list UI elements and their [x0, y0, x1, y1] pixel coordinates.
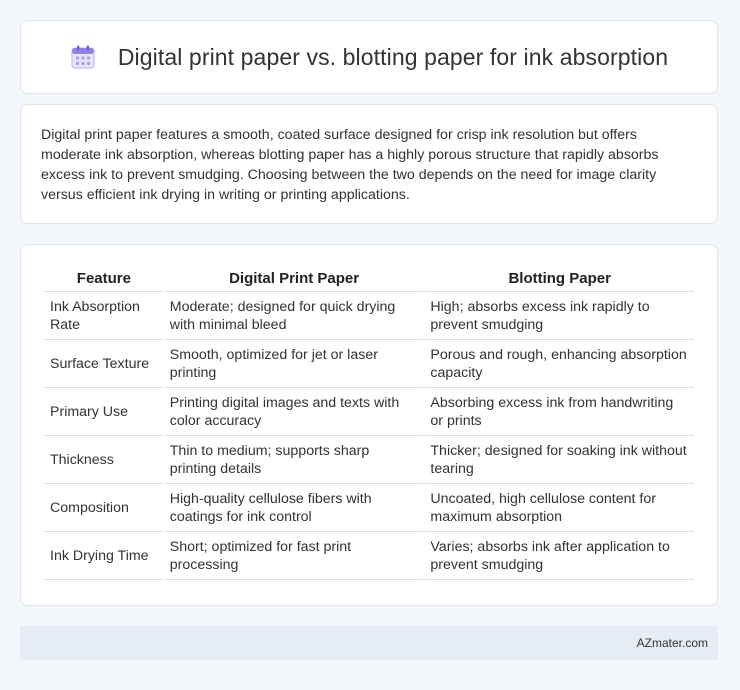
table-header-row: Feature Digital Print Paper Blotting Pap… — [45, 263, 694, 292]
intro-paragraph: Digital print paper features a smooth, c… — [41, 127, 659, 203]
digital-print-cell: Printing digital images and texts with c… — [164, 388, 424, 436]
digital-print-cell: Short; optimized for fast print processi… — [164, 532, 424, 580]
blotting-paper-cell: Absorbing excess ink from handwriting or… — [425, 388, 694, 436]
feature-cell: Primary Use — [45, 388, 163, 436]
table-row: Primary Use Printing digital images and … — [45, 388, 694, 436]
intro-card: Digital print paper features a smooth, c… — [20, 104, 718, 224]
comparison-table: Feature Digital Print Paper Blotting Pap… — [43, 263, 696, 580]
column-header-blotting-paper: Blotting Paper — [425, 263, 694, 292]
digital-print-cell: Thin to medium; supports sharp printing … — [164, 436, 424, 484]
digital-print-cell: High-quality cellulose fibers with coati… — [164, 484, 424, 532]
blotting-paper-cell: High; absorbs excess ink rapidly to prev… — [425, 292, 694, 340]
blotting-paper-cell: Porous and rough, enhancing absorption c… — [425, 340, 694, 388]
table-row: Ink Drying Time Short; optimized for fas… — [45, 532, 694, 580]
title-card: Digital print paper vs. blotting paper f… — [20, 20, 718, 94]
page-title: Digital print paper vs. blotting paper f… — [117, 43, 669, 70]
feature-cell: Thickness — [45, 436, 163, 484]
table-row: Ink Absorption Rate Moderate; designed f… — [45, 292, 694, 340]
title-row: Digital print paper vs. blotting paper f… — [70, 44, 668, 71]
calendar-icon — [70, 44, 96, 70]
comparison-card: Feature Digital Print Paper Blotting Pap… — [20, 244, 718, 606]
blotting-paper-cell: Thicker; designed for soaking ink withou… — [425, 436, 694, 484]
digital-print-cell: Moderate; designed for quick drying with… — [164, 292, 424, 340]
table-row: Thickness Thin to medium; supports sharp… — [45, 436, 694, 484]
blotting-paper-cell: Uncoated, high cellulose content for max… — [425, 484, 694, 532]
table-row: Composition High-quality cellulose fiber… — [45, 484, 694, 532]
feature-cell: Surface Texture — [45, 340, 163, 388]
footer-brand: AZmater.com — [636, 636, 708, 650]
feature-cell: Ink Absorption Rate — [45, 292, 163, 340]
blotting-paper-cell: Varies; absorbs ink after application to… — [425, 532, 694, 580]
table-row: Surface Texture Smooth, optimized for je… — [45, 340, 694, 388]
feature-cell: Composition — [45, 484, 163, 532]
footer-bar: AZmater.com — [20, 626, 718, 660]
feature-cell: Ink Drying Time — [45, 532, 163, 580]
column-header-digital-print-paper: Digital Print Paper — [164, 263, 424, 292]
column-header-feature: Feature — [45, 263, 163, 292]
digital-print-cell: Smooth, optimized for jet or laser print… — [164, 340, 424, 388]
